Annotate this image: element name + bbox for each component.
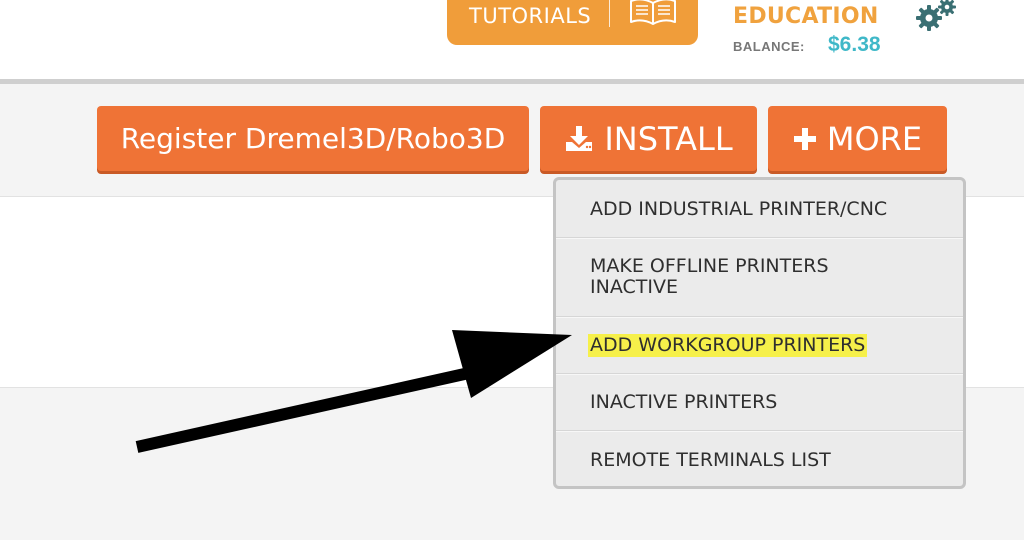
tutorials-button[interactable]: TUTORIALS	[447, 0, 698, 45]
menu-item-label: ADD WORKGROUP PRINTERS	[588, 333, 868, 357]
gear-icon[interactable]	[913, 0, 959, 34]
download-icon	[566, 125, 593, 151]
tutorials-label: TUTORIALS	[469, 4, 592, 28]
header-divider	[0, 79, 1024, 84]
menu-item-label: ADD INDUSTRIAL PRINTER/CNC	[590, 198, 888, 220]
more-button-label: MORE	[826, 119, 923, 158]
menu-item-add-industrial-printer[interactable]: ADD INDUSTRIAL PRINTER/CNC	[556, 182, 963, 238]
tutorials-separator	[609, 0, 611, 27]
register-dremel-robo-button[interactable]: Register Dremel3D/Robo3D	[97, 106, 529, 171]
menu-item-add-workgroup-printers[interactable]: ADD WORKGROUP PRINTERS	[556, 317, 963, 374]
plus-icon	[793, 127, 816, 150]
menu-item-make-offline-printers-inactive[interactable]: MAKE OFFLINE PRINTERS INACTIVE	[556, 238, 963, 317]
menu-item-label: MAKE OFFLINE PRINTERS INACTIVE	[590, 255, 829, 298]
menu-item-label: REMOTE TERMINALS LIST	[590, 448, 831, 471]
account-name[interactable]: EDUCATION	[733, 4, 879, 29]
register-button-label: Register Dremel3D/Robo3D	[120, 122, 506, 155]
menu-item-label: INACTIVE PRINTERS	[590, 390, 778, 413]
balance-label: BALANCE:	[733, 39, 805, 54]
menu-item-remote-terminals-list[interactable]: REMOTE TERMINALS LIST	[556, 431, 963, 489]
menu-item-inactive-printers[interactable]: INACTIVE PRINTERS	[556, 374, 963, 431]
install-button-label: INSTALL	[604, 119, 733, 158]
top-header: TUTORIALS EDUCATION BALANCE: $6.38	[0, 0, 1024, 80]
book-icon	[628, 0, 678, 27]
more-button[interactable]: MORE	[768, 106, 947, 171]
balance-value: $6.38	[828, 33, 881, 56]
install-button[interactable]: INSTALL	[540, 106, 757, 171]
more-dropdown-menu: ADD INDUSTRIAL PRINTER/CNC MAKE OFFLINE …	[553, 177, 966, 489]
